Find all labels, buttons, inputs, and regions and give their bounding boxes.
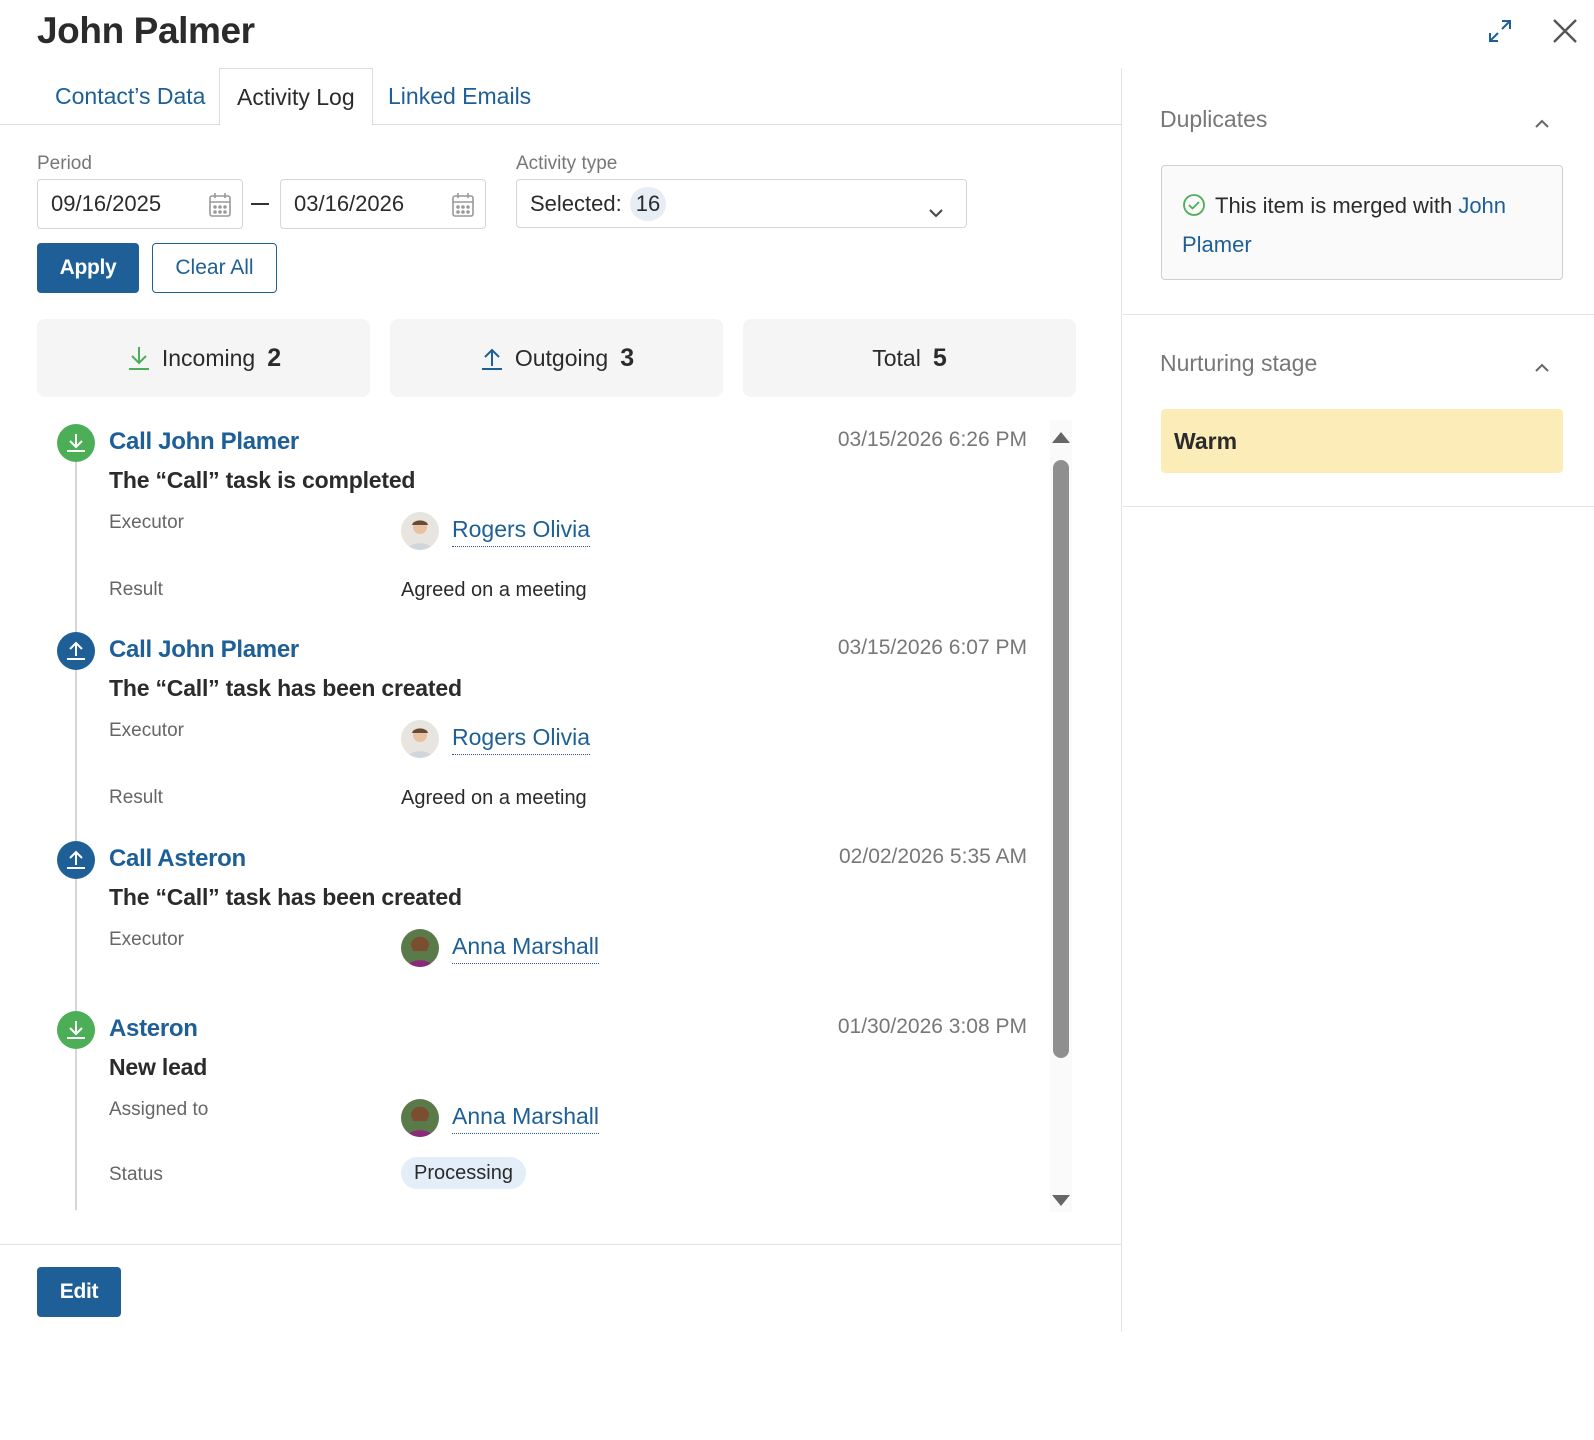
status-badge: Processing — [401, 1157, 526, 1189]
status-label: Status — [109, 1164, 163, 1185]
activity-title[interactable]: Asteron — [109, 1015, 198, 1043]
assignee: Anna Marshall — [401, 1099, 600, 1137]
chevron-up-icon[interactable] — [1534, 116, 1550, 134]
result-value: Agreed on a meeting — [401, 787, 587, 809]
total-label: Total — [872, 344, 921, 371]
incoming-icon — [57, 1011, 95, 1049]
executor: Anna Marshall — [401, 929, 600, 967]
activity-list: Call John Plamer 03/15/2026 6:26 PM The … — [0, 420, 1040, 1212]
scroll-thumb[interactable] — [1053, 460, 1069, 1058]
activity-description: The “Call” task has been created — [109, 675, 462, 701]
date-from-value: 09/16/2025 — [51, 191, 162, 216]
date-from-input[interactable]: 09/16/2025 — [37, 179, 243, 229]
total-filter[interactable]: Total 5 — [743, 319, 1076, 397]
nurturing-title: Nurturing stage — [1160, 350, 1318, 376]
executor-label: Executor — [109, 720, 184, 741]
avatar — [401, 1099, 439, 1137]
tab-linked-emails[interactable]: Linked Emails — [371, 68, 548, 125]
date-to-input[interactable]: 03/16/2026 — [280, 179, 486, 229]
incoming-label: Incoming — [161, 344, 256, 371]
date-range-dash — [251, 203, 269, 205]
tab-bar: Contact’s Data Activity Log Linked Email… — [0, 68, 1122, 126]
upload-icon — [481, 348, 502, 370]
calendar-icon[interactable] — [451, 192, 475, 224]
outgoing-icon — [57, 632, 95, 670]
download-icon — [128, 347, 149, 370]
activity-time: 03/15/2026 6:26 PM — [837, 428, 1027, 451]
activity-time: 03/15/2026 6:07 PM — [837, 636, 1027, 659]
footer-divider — [0, 1244, 1122, 1245]
executor: Rogers Olivia — [401, 512, 591, 550]
chevron-down-icon — [928, 198, 944, 224]
sidebar-divider — [1123, 314, 1594, 315]
outgoing-count: 3 — [620, 343, 635, 372]
outgoing-filter[interactable]: Outgoing 3 — [390, 319, 723, 397]
close-icon[interactable] — [1548, 14, 1582, 48]
assigned-label: Assigned to — [109, 1099, 209, 1120]
activity-description: The “Call” task is completed — [109, 467, 416, 493]
duplicates-title: Duplicates — [1160, 106, 1268, 132]
executor: Rogers Olivia — [401, 720, 591, 758]
activity-title[interactable]: Call John Plamer — [109, 428, 299, 456]
page-title: John Palmer — [37, 10, 255, 51]
result-label: Result — [109, 787, 163, 808]
tab-activity-log[interactable]: Activity Log — [219, 68, 373, 126]
outgoing-icon — [57, 841, 95, 879]
total-count: 5 — [932, 343, 947, 372]
incoming-count: 2 — [267, 343, 282, 372]
selected-count-badge: 16 — [629, 186, 667, 221]
activity-time: 02/02/2026 5:35 AM — [839, 845, 1027, 868]
nurturing-stage-value[interactable]: Warm — [1161, 409, 1563, 473]
executor-link[interactable]: Anna Marshall — [452, 933, 600, 964]
result-label: Result — [109, 579, 163, 600]
avatar — [401, 929, 439, 967]
executor-link[interactable]: Rogers Olivia — [452, 724, 591, 755]
executor-label: Executor — [109, 929, 184, 950]
incoming-filter[interactable]: Incoming 2 — [37, 319, 370, 397]
chevron-up-icon[interactable] — [1534, 360, 1550, 378]
timeline-line — [75, 450, 77, 1210]
activity-type-label: Activity type — [516, 153, 618, 174]
merged-notice: This item is merged with John Plamer — [1161, 165, 1563, 280]
calendar-icon[interactable] — [208, 192, 232, 224]
activity-scrollbar[interactable] — [1050, 420, 1072, 1212]
selected-label: Selected: — [530, 190, 622, 216]
incoming-icon — [57, 424, 95, 462]
merged-text: This item is merged with — [1215, 193, 1453, 218]
activity-description: The “Call” task has been created — [109, 884, 462, 910]
executor-link[interactable]: Rogers Olivia — [452, 516, 591, 547]
activity-time: 01/30/2026 3:08 PM — [837, 1015, 1027, 1038]
apply-button[interactable]: Apply — [37, 243, 139, 293]
clear-all-button[interactable]: Clear All — [152, 243, 277, 293]
activity-title[interactable]: Call John Plamer — [109, 636, 299, 664]
date-to-value: 03/16/2026 — [294, 191, 405, 216]
avatar — [401, 512, 439, 550]
scroll-up-arrow-icon[interactable] — [1051, 430, 1071, 449]
avatar — [401, 720, 439, 758]
period-label: Period — [37, 153, 92, 174]
activity-title[interactable]: Call Asteron — [109, 845, 246, 873]
executor-label: Executor — [109, 512, 184, 533]
outgoing-label: Outgoing — [514, 344, 609, 371]
check-circle-icon — [1182, 192, 1206, 227]
result-value: Agreed on a meeting — [401, 579, 587, 601]
assignee-link[interactable]: Anna Marshall — [452, 1103, 600, 1134]
activity-description: New lead — [109, 1054, 208, 1080]
activity-type-select[interactable]: Selected: 16 — [516, 179, 967, 228]
sidebar-divider — [1123, 506, 1594, 507]
scroll-down-arrow-icon[interactable] — [1051, 1194, 1071, 1213]
tab-contacts-data[interactable]: Contact’s Data — [38, 68, 222, 125]
edit-button[interactable]: Edit — [37, 1267, 121, 1317]
expand-icon[interactable] — [1483, 14, 1517, 48]
